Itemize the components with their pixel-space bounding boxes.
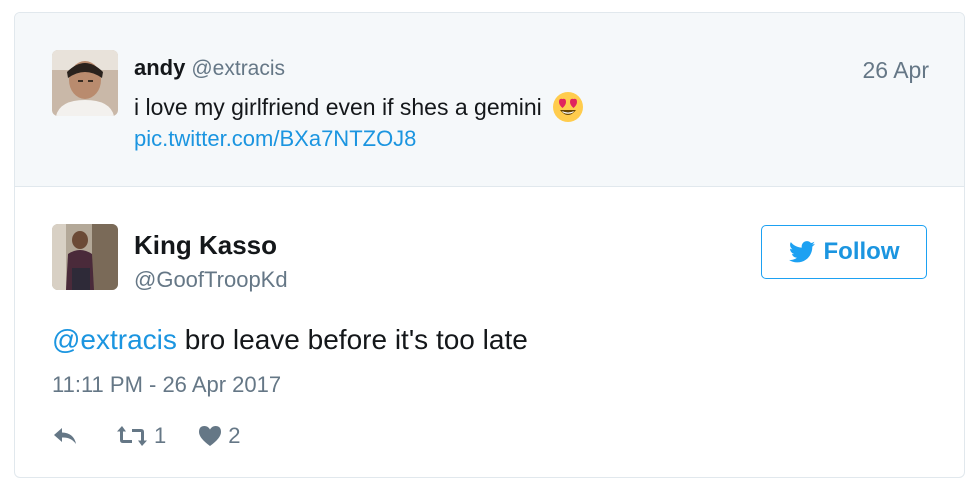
mention-link[interactable]: @extracis xyxy=(52,324,177,355)
author-handle[interactable]: @extracis xyxy=(191,57,285,80)
author-name[interactable]: King Kasso xyxy=(134,230,277,261)
parent-tweet-header: andy @extracis xyxy=(134,55,285,81)
author-name[interactable]: andy xyxy=(134,55,185,80)
parent-tweet[interactable]: andy @extracis 26 Apr i love my girlfrien… xyxy=(15,13,964,187)
tweet-actions: 1 2 xyxy=(52,423,241,449)
follow-label: Follow xyxy=(823,238,900,265)
reply-button[interactable] xyxy=(52,426,78,446)
like-count: 2 xyxy=(228,423,241,448)
tweet-timestamp[interactable]: 11:11 PM - 26 Apr 2017 xyxy=(52,372,281,398)
media-link[interactable]: pic.twitter.com/BXa7NTZOJ8 xyxy=(134,126,416,152)
avatar[interactable] xyxy=(52,50,118,116)
author-handle[interactable]: @GoofTroopKd xyxy=(134,267,288,293)
heart-icon xyxy=(199,426,222,446)
twitter-bird-icon xyxy=(788,241,815,263)
tweet-body: bro leave before it's too late xyxy=(184,324,528,355)
embedded-tweet-card: andy @extracis 26 Apr i love my girlfrien… xyxy=(14,12,965,478)
tweet-text: i love my girlfriend even if shes a gemi… xyxy=(134,93,542,120)
tweet-text: @extracis bro leave before it's too late xyxy=(52,324,528,356)
retweet-button[interactable]: 1 xyxy=(116,423,166,449)
tweet-date[interactable]: 26 Apr xyxy=(863,57,930,84)
retweet-icon xyxy=(117,426,147,446)
follow-button[interactable]: Follow xyxy=(761,225,927,279)
tweet-text-line: i love my girlfriend even if shes a gemi… xyxy=(134,91,584,123)
avatar[interactable] xyxy=(52,224,118,290)
retweet-count: 1 xyxy=(154,423,167,448)
heart-eyes-emoji-icon xyxy=(552,91,584,123)
reply-icon xyxy=(54,428,76,444)
like-button[interactable]: 2 xyxy=(198,423,241,449)
